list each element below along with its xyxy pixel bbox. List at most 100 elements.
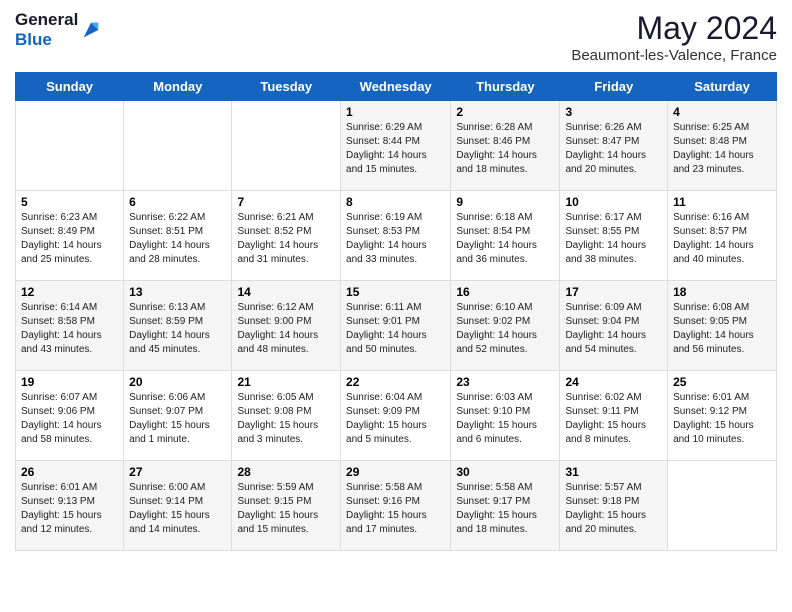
day-info: Sunrise: 6:25 AM Sunset: 8:48 PM Dayligh… (673, 121, 771, 177)
day-number: 18 (673, 285, 771, 299)
calendar-cell: 29Sunrise: 5:58 AM Sunset: 9:16 PM Dayli… (341, 461, 451, 551)
calendar-cell: 6Sunrise: 6:22 AM Sunset: 8:51 PM Daylig… (124, 191, 232, 281)
day-number: 16 (456, 285, 554, 299)
calendar-cell: 9Sunrise: 6:18 AM Sunset: 8:54 PM Daylig… (451, 191, 560, 281)
day-number: 30 (456, 465, 554, 479)
calendar-cell: 31Sunrise: 5:57 AM Sunset: 9:18 PM Dayli… (560, 461, 668, 551)
day-info: Sunrise: 5:57 AM Sunset: 9:18 PM Dayligh… (565, 481, 662, 537)
day-number: 17 (565, 285, 662, 299)
day-number: 2 (456, 105, 554, 119)
day-number: 12 (21, 285, 118, 299)
day-number: 4 (673, 105, 771, 119)
weekday-header-tuesday: Tuesday (232, 73, 341, 101)
calendar-week-row: 5 Sunrise: 6:23 AM Sunset: 8:49 PM Daylig… (16, 191, 777, 281)
weekday-header-friday: Friday (560, 73, 668, 101)
calendar-cell: 26Sunrise: 6:01 AM Sunset: 9:13 PM Dayli… (16, 461, 124, 551)
day-number: 3 (565, 105, 662, 119)
day-info: Sunrise: 6:00 AM Sunset: 9:14 PM Dayligh… (129, 481, 226, 537)
calendar-cell: 16 Sunrise: 6:10 AM Sunset: 9:02 PM Dayli… (451, 281, 560, 371)
calendar-week-row: 1 Sunrise: 6:29 AM Sunset: 8:44 PM Daylig… (16, 101, 777, 191)
calendar-cell: 10 Sunrise: 6:17 AM Sunset: 8:55 PM Dayli… (560, 191, 668, 281)
calendar-cell: 5 Sunrise: 6:23 AM Sunset: 8:49 PM Daylig… (16, 191, 124, 281)
day-info: Sunrise: 6:04 AM Sunset: 9:09 PM Dayligh… (346, 391, 445, 447)
calendar-cell: 19Sunrise: 6:07 AM Sunset: 9:06 PM Dayli… (16, 371, 124, 461)
day-info: Sunrise: 6:10 AM Sunset: 9:02 PM Dayligh… (456, 301, 554, 357)
calendar-cell: 13 Sunrise: 6:13 AM Sunset: 8:59 PM Dayli… (124, 281, 232, 371)
day-number: 22 (346, 375, 445, 389)
calendar-cell: 11 Sunrise: 6:16 AM Sunset: 8:57 PM Dayli… (668, 191, 777, 281)
day-info: Sunrise: 6:03 AM Sunset: 9:10 PM Dayligh… (456, 391, 554, 447)
day-info: Sunrise: 6:19 AM Sunset: 8:53 PM Dayligh… (346, 211, 445, 267)
day-number: 11 (673, 195, 771, 209)
day-info: Sunrise: 6:11 AM Sunset: 9:01 PM Dayligh… (346, 301, 445, 357)
calendar-cell (232, 101, 341, 191)
day-info: Sunrise: 6:29 AM Sunset: 8:44 PM Dayligh… (346, 121, 445, 177)
day-info: Sunrise: 6:09 AM Sunset: 9:04 PM Dayligh… (565, 301, 662, 357)
calendar-cell: 4 Sunrise: 6:25 AM Sunset: 8:48 PM Daylig… (668, 101, 777, 191)
day-info: Sunrise: 6:02 AM Sunset: 9:11 PM Dayligh… (565, 391, 662, 447)
day-info: Sunrise: 6:08 AM Sunset: 9:05 PM Dayligh… (673, 301, 771, 357)
calendar-cell: 1 Sunrise: 6:29 AM Sunset: 8:44 PM Daylig… (341, 101, 451, 191)
calendar-cell: 8 Sunrise: 6:19 AM Sunset: 8:53 PM Daylig… (341, 191, 451, 281)
day-info: Sunrise: 6:06 AM Sunset: 9:07 PM Dayligh… (129, 391, 226, 447)
calendar-cell: 2 Sunrise: 6:28 AM Sunset: 8:46 PM Daylig… (451, 101, 560, 191)
calendar-week-row: 19Sunrise: 6:07 AM Sunset: 9:06 PM Dayli… (16, 371, 777, 461)
day-info: Sunrise: 6:16 AM Sunset: 8:57 PM Dayligh… (673, 211, 771, 267)
calendar-cell: 28Sunrise: 5:59 AM Sunset: 9:15 PM Dayli… (232, 461, 341, 551)
day-info: Sunrise: 6:26 AM Sunset: 8:47 PM Dayligh… (565, 121, 662, 177)
weekday-header-row: SundayMondayTuesdayWednesdayThursdayFrid… (16, 73, 777, 101)
calendar-cell (16, 101, 124, 191)
calendar-cell: 12Sunrise: 6:14 AM Sunset: 8:58 PM Dayli… (16, 281, 124, 371)
day-number: 6 (129, 195, 226, 209)
day-number: 5 (21, 195, 118, 209)
calendar-cell: 17 Sunrise: 6:09 AM Sunset: 9:04 PM Dayli… (560, 281, 668, 371)
day-info: Sunrise: 6:05 AM Sunset: 9:08 PM Dayligh… (237, 391, 335, 447)
day-number: 24 (565, 375, 662, 389)
day-number: 25 (673, 375, 771, 389)
weekday-header-monday: Monday (124, 73, 232, 101)
weekday-header-wednesday: Wednesday (341, 73, 451, 101)
day-number: 15 (346, 285, 445, 299)
day-info: Sunrise: 6:28 AM Sunset: 8:46 PM Dayligh… (456, 121, 554, 177)
calendar-cell: 30 Sunrise: 5:58 AM Sunset: 9:17 PM Dayli… (451, 461, 560, 551)
calendar-cell: 23 Sunrise: 6:03 AM Sunset: 9:10 PM Dayli… (451, 371, 560, 461)
calendar-table: SundayMondayTuesdayWednesdayThursdayFrid… (15, 72, 777, 551)
weekday-header-sunday: Sunday (16, 73, 124, 101)
logo-general: General (15, 10, 78, 30)
day-number: 27 (129, 465, 226, 479)
day-number: 28 (237, 465, 335, 479)
day-info: Sunrise: 6:01 AM Sunset: 9:13 PM Dayligh… (21, 481, 118, 537)
calendar-cell: 27 Sunrise: 6:00 AM Sunset: 9:14 PM Dayli… (124, 461, 232, 551)
weekday-header-saturday: Saturday (668, 73, 777, 101)
day-number: 13 (129, 285, 226, 299)
calendar-cell (124, 101, 232, 191)
calendar-cell: 20Sunrise: 6:06 AM Sunset: 9:07 PM Dayli… (124, 371, 232, 461)
calendar-cell: 22 Sunrise: 6:04 AM Sunset: 9:09 PM Dayli… (341, 371, 451, 461)
calendar-cell: 18 Sunrise: 6:08 AM Sunset: 9:05 PM Dayli… (668, 281, 777, 371)
day-number: 8 (346, 195, 445, 209)
day-info: Sunrise: 5:58 AM Sunset: 9:17 PM Dayligh… (456, 481, 554, 537)
weekday-header-thursday: Thursday (451, 73, 560, 101)
day-info: Sunrise: 6:17 AM Sunset: 8:55 PM Dayligh… (565, 211, 662, 267)
day-number: 14 (237, 285, 335, 299)
calendar-cell: 24 Sunrise: 6:02 AM Sunset: 9:11 PM Dayli… (560, 371, 668, 461)
day-info: Sunrise: 6:01 AM Sunset: 9:12 PM Dayligh… (673, 391, 771, 447)
day-info: Sunrise: 6:12 AM Sunset: 9:00 PM Dayligh… (237, 301, 335, 357)
calendar-cell: 25 Sunrise: 6:01 AM Sunset: 9:12 PM Dayli… (668, 371, 777, 461)
day-info: Sunrise: 6:23 AM Sunset: 8:49 PM Dayligh… (21, 211, 118, 267)
logo-icon (80, 19, 102, 41)
day-info: Sunrise: 6:18 AM Sunset: 8:54 PM Dayligh… (456, 211, 554, 267)
location-subtitle: Beaumont-les-Valence, France (571, 47, 777, 64)
title-block: May 2024 Beaumont-les-Valence, France (571, 10, 777, 64)
calendar-cell: 3 Sunrise: 6:26 AM Sunset: 8:47 PM Daylig… (560, 101, 668, 191)
page-header: General Blue May 2024 Beaumont-les-Valen… (15, 10, 777, 64)
day-info: Sunrise: 6:13 AM Sunset: 8:59 PM Dayligh… (129, 301, 226, 357)
day-info: Sunrise: 6:21 AM Sunset: 8:52 PM Dayligh… (237, 211, 335, 267)
logo-text: General Blue (15, 10, 102, 49)
day-info: Sunrise: 5:58 AM Sunset: 9:16 PM Dayligh… (346, 481, 445, 537)
day-number: 1 (346, 105, 445, 119)
day-number: 10 (565, 195, 662, 209)
day-number: 23 (456, 375, 554, 389)
day-number: 21 (237, 375, 335, 389)
calendar-cell: 21 Sunrise: 6:05 AM Sunset: 9:08 PM Dayli… (232, 371, 341, 461)
